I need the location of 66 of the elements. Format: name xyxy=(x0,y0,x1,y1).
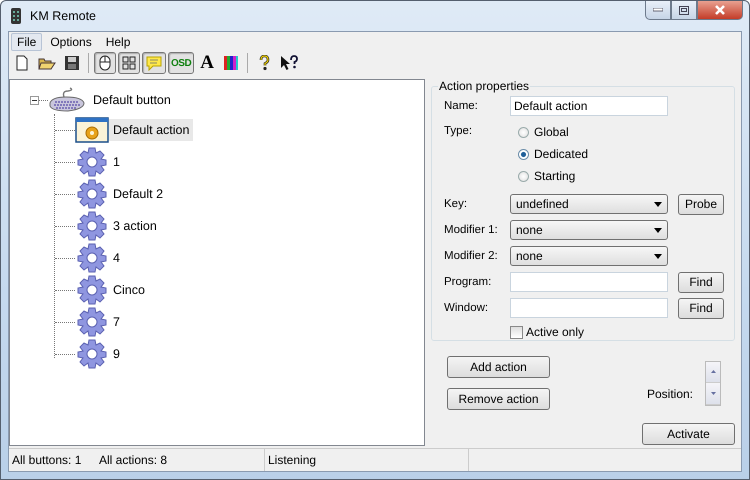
find-button[interactable]: Find xyxy=(678,272,724,292)
minimize-icon xyxy=(653,8,663,12)
window-field[interactable] xyxy=(510,298,668,318)
window-gear-icon xyxy=(75,117,109,143)
collapse-toggle[interactable] xyxy=(30,96,39,104)
keyboard-icon xyxy=(48,87,86,113)
field-label: Program: xyxy=(444,276,492,288)
tree-node-label[interactable]: Default action xyxy=(109,119,194,141)
modifier-dropdown[interactable]: none xyxy=(510,220,668,240)
mouse-icon[interactable] xyxy=(94,52,116,74)
add-action-button[interactable]: Add action xyxy=(447,356,550,378)
field-label: Name: xyxy=(444,100,479,112)
gear-icon xyxy=(75,147,109,177)
caret-icon xyxy=(654,254,662,258)
close-button[interactable] xyxy=(697,1,743,20)
status-text: All actions: 8 xyxy=(96,449,265,471)
field-label: Modifier 1: xyxy=(444,224,499,236)
remote-icon xyxy=(10,8,22,24)
close-icon xyxy=(714,5,726,15)
probe-button[interactable]: Probe xyxy=(678,194,724,214)
gear-icon xyxy=(75,211,109,241)
field-label: Modifier 2: xyxy=(444,250,499,262)
field-label: Type: xyxy=(444,124,474,139)
program-field[interactable] xyxy=(510,272,668,292)
activate-button[interactable]: Activate xyxy=(642,423,735,445)
key-dropdown[interactable]: undefined xyxy=(510,194,668,214)
status-text: All buttons: 1 xyxy=(11,452,82,469)
tree-node-label[interactable]: 4 xyxy=(109,247,124,269)
tree-node-label[interactable]: Default button xyxy=(89,89,175,111)
name-field[interactable]: Default action xyxy=(510,96,668,116)
radio-option[interactable]: Starting xyxy=(518,165,588,187)
caret-icon xyxy=(654,228,662,232)
caret-icon xyxy=(654,202,662,206)
gear-icon xyxy=(75,275,109,305)
window-title: KM Remote xyxy=(30,9,96,23)
menu-item[interactable]: File xyxy=(11,32,42,50)
note-icon[interactable] xyxy=(142,52,166,74)
radio-option[interactable]: Global xyxy=(518,121,588,143)
tree-node-label[interactable]: 9 xyxy=(109,343,124,365)
gear-icon xyxy=(75,339,109,369)
gear-icon xyxy=(75,243,109,273)
active-only-checkbox[interactable]: Active only xyxy=(510,321,726,343)
status-text: Listening xyxy=(265,449,469,471)
group-title: Action properties xyxy=(438,79,530,93)
tree-node-label[interactable]: 7 xyxy=(109,311,124,333)
gear-icon xyxy=(75,307,109,337)
tree-node-label[interactable]: Cinco xyxy=(109,279,149,301)
font-button[interactable]: A xyxy=(196,52,218,74)
remove-action-button[interactable]: Remove action xyxy=(447,388,550,410)
maximize-icon xyxy=(679,6,689,14)
grid-icon[interactable] xyxy=(118,52,140,74)
tree-node-label[interactable]: 3 action xyxy=(109,215,161,237)
field-label: Window: xyxy=(444,302,490,314)
menu-item[interactable]: Help xyxy=(100,32,136,50)
tree-node-label[interactable]: Default 2 xyxy=(109,183,168,205)
maximize-button[interactable] xyxy=(671,1,697,20)
radio-option[interactable]: Dedicated xyxy=(518,143,588,165)
menu-item[interactable]: Options xyxy=(44,32,98,50)
tree-node-label[interactable]: 1 xyxy=(109,151,124,173)
modifier-dropdown[interactable]: none xyxy=(510,246,668,266)
minimize-button[interactable] xyxy=(645,1,671,20)
gear-icon xyxy=(75,179,109,209)
find-button[interactable]: Find xyxy=(678,298,724,318)
field-label: Key: xyxy=(444,198,468,210)
osd-button[interactable]: OSD xyxy=(168,52,194,74)
position-label: Position: xyxy=(646,387,693,401)
